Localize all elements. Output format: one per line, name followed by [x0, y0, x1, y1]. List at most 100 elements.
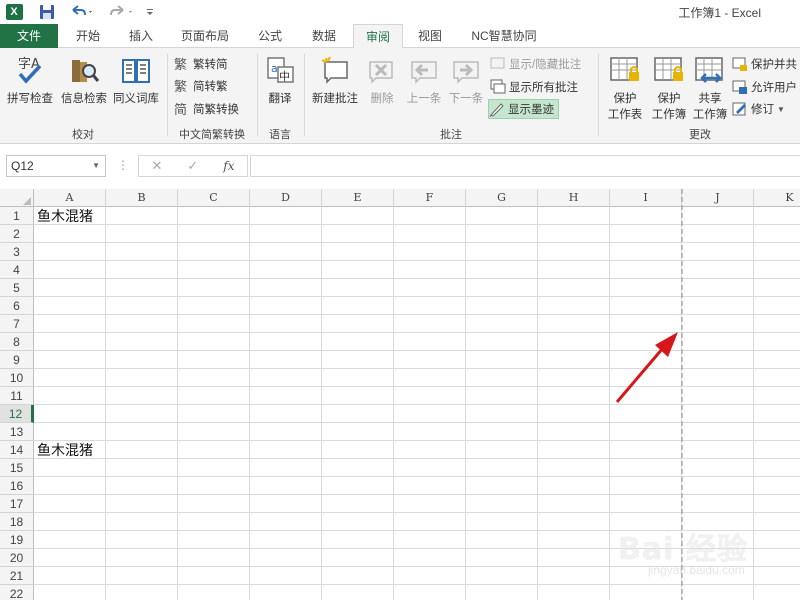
row-header-21[interactable]: 21 [0, 567, 34, 585]
chinese-convert-button[interactable]: 简 简繁转换 [174, 99, 239, 119]
translate-button[interactable]: a 中 翻译 [262, 54, 298, 106]
row-header-19[interactable]: 19 [0, 531, 34, 549]
column-header-g[interactable]: G [466, 189, 538, 207]
row-header-2[interactable]: 2 [0, 225, 34, 243]
group-separator [598, 54, 599, 136]
row-header-1[interactable]: 1 [0, 207, 34, 225]
new-comment-icon [319, 54, 351, 86]
tab-review[interactable]: 审阅 [353, 24, 403, 49]
spell-check-button[interactable]: 字A 拼写检查 [4, 54, 56, 106]
svg-text:简: 简 [174, 102, 187, 117]
column-header-b[interactable]: B [106, 189, 178, 207]
show-ink-icon [489, 101, 505, 118]
row-header-20[interactable]: 20 [0, 549, 34, 567]
column-header-i[interactable]: I [610, 189, 682, 207]
row-header-4[interactable]: 4 [0, 261, 34, 279]
column-header-a[interactable]: A [34, 189, 106, 207]
group-label-proofing: 校对 [72, 129, 94, 141]
research-button[interactable]: 信息检索 [58, 54, 110, 106]
tab-nc[interactable]: NC智慧协同 [460, 24, 548, 48]
previous-comment-button[interactable]: 上一条 [404, 54, 444, 106]
row-header-5[interactable]: 5 [0, 279, 34, 297]
delete-comment-button[interactable]: 删除 [364, 54, 400, 106]
svg-text:a: a [271, 62, 278, 75]
protect-workbook-icon [653, 54, 685, 86]
to-simplified-icon: 繁 [174, 56, 190, 73]
protect-workbook-button[interactable]: 保护 工作簿 [647, 54, 691, 122]
cancel-entry-icon[interactable]: ✕ [151, 158, 162, 174]
delete-comment-label: 删除 [370, 93, 394, 105]
row-header-6[interactable]: 6 [0, 297, 34, 315]
row-header-3[interactable]: 3 [0, 243, 34, 261]
previous-comment-label: 上一条 [406, 93, 442, 105]
confirm-entry-icon[interactable]: ✓ [187, 158, 198, 174]
column-header-j[interactable]: J [682, 189, 754, 207]
group-separator [304, 54, 305, 136]
show-hide-comment-icon [490, 56, 506, 72]
tab-page-layout[interactable]: 页面布局 [172, 24, 238, 48]
group-label-chinese: 中文简繁转换 [179, 129, 245, 141]
tab-insert[interactable]: 插入 [118, 24, 164, 48]
research-icon [68, 54, 100, 86]
window-title: 工作簿1 - Excel [678, 6, 761, 20]
undo-button[interactable] [68, 2, 96, 22]
new-comment-button[interactable]: 新建批注 [308, 54, 362, 106]
cell-a14[interactable]: 鱼木混猪 [37, 441, 93, 459]
column-header-k[interactable]: K [754, 189, 800, 207]
row-header-14[interactable]: 14 [0, 441, 34, 459]
cell-a1[interactable]: 鱼木混猪 [37, 207, 93, 225]
chinese-convert-icon: 简 [174, 101, 190, 118]
thesaurus-button[interactable]: 同义词库 [110, 54, 162, 106]
select-all-corner[interactable] [0, 189, 34, 207]
column-header-d[interactable]: D [250, 189, 322, 207]
protect-and-share-button[interactable]: 保护并共 [732, 54, 797, 74]
to-traditional-button[interactable]: 繁 简转繁 [174, 76, 228, 96]
tab-file[interactable]: 文件 [0, 24, 58, 48]
row-header-16[interactable]: 16 [0, 477, 34, 495]
row-header-18[interactable]: 18 [0, 513, 34, 531]
column-header-c[interactable]: C [178, 189, 250, 207]
save-icon [40, 5, 54, 19]
next-comment-button[interactable]: 下一条 [446, 54, 486, 106]
redo-button[interactable] [108, 2, 136, 22]
row-header-10[interactable]: 10 [0, 369, 34, 387]
tab-view[interactable]: 视图 [408, 24, 452, 48]
formula-input[interactable] [250, 155, 800, 177]
show-all-comments-button[interactable]: 显示所有批注 [490, 77, 578, 97]
row-header-8[interactable]: 8 [0, 333, 34, 351]
tab-data[interactable]: 数据 [300, 24, 348, 48]
allow-users-icon [732, 79, 748, 95]
row-header-22[interactable]: 22 [0, 585, 34, 600]
row-header-15[interactable]: 15 [0, 459, 34, 477]
svg-text:繁: 繁 [174, 57, 187, 72]
chevron-down-icon[interactable]: ▼ [92, 156, 100, 176]
tab-formulas[interactable]: 公式 [246, 24, 294, 48]
delete-comment-icon [366, 54, 398, 86]
save-button[interactable] [36, 2, 58, 22]
column-header-f[interactable]: F [394, 189, 466, 207]
to-simplified-button[interactable]: 繁 繁转简 [174, 54, 228, 74]
column-header-e[interactable]: E [322, 189, 394, 207]
row-header-13[interactable]: 13 [0, 423, 34, 441]
show-ink-button[interactable]: 显示墨迹 [488, 99, 559, 119]
next-comment-label: 下一条 [448, 93, 484, 105]
row-header-9[interactable]: 9 [0, 351, 34, 369]
name-box[interactable]: Q12 ▼ [6, 155, 106, 177]
share-workbook-button[interactable]: 共享 工作簿 [690, 54, 730, 122]
tab-home[interactable]: 开始 [64, 24, 112, 48]
track-changes-button[interactable]: 修订 ▼ [732, 99, 785, 119]
protect-sheet-button[interactable]: 保护 工作表 [603, 54, 647, 122]
show-hide-comment-button[interactable]: 显示/隐藏批注 [490, 54, 581, 74]
share-workbook-icon [694, 54, 726, 86]
row-header-17[interactable]: 17 [0, 495, 34, 513]
group-label-comments: 批注 [440, 129, 462, 141]
row-header-12[interactable]: 12 [0, 405, 34, 423]
formula-bar-grip-icon[interactable]: ⋮ [117, 158, 129, 172]
insert-function-icon[interactable]: fx [223, 159, 234, 173]
column-header-h[interactable]: H [538, 189, 610, 207]
allow-users-button[interactable]: 允许用户 [732, 77, 797, 97]
spell-check-label: 拼写检查 [7, 93, 53, 105]
customize-quick-access-icon[interactable] [144, 2, 156, 22]
row-header-7[interactable]: 7 [0, 315, 34, 333]
row-header-11[interactable]: 11 [0, 387, 34, 405]
